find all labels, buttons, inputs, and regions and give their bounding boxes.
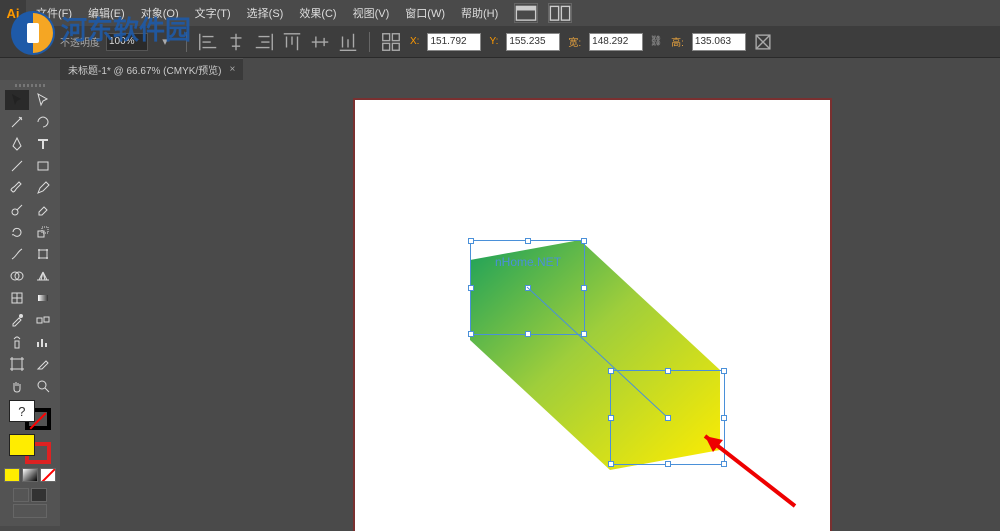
hand-tool[interactable] bbox=[5, 376, 29, 396]
eraser-tool[interactable] bbox=[31, 200, 55, 220]
color-mode-icon[interactable] bbox=[4, 468, 20, 482]
menu-select[interactable]: 选择(S) bbox=[241, 1, 290, 25]
direct-selection-tool[interactable] bbox=[31, 90, 55, 110]
pencil-tool[interactable] bbox=[31, 178, 55, 198]
free-transform-tool[interactable] bbox=[31, 244, 55, 264]
paintbrush-tool[interactable] bbox=[5, 178, 29, 198]
y-input[interactable] bbox=[506, 33, 560, 51]
shape-builder-tool[interactable] bbox=[5, 266, 29, 286]
transform-icon[interactable] bbox=[380, 32, 402, 52]
fill-mode-row bbox=[4, 468, 56, 482]
align-bottom-icon[interactable] bbox=[337, 32, 359, 52]
menu-window[interactable]: 窗口(W) bbox=[399, 1, 451, 25]
fill-stroke-chip[interactable]: ? bbox=[9, 400, 51, 430]
workspace-switcher-icon[interactable] bbox=[514, 3, 538, 23]
document-tabs: 未标题-1* @ 66.67% (CMYK/预览) × bbox=[60, 58, 243, 80]
control-bar: 不透明度 ▾ X: Y: 宽: ⛓ 高: bbox=[0, 26, 1000, 58]
menu-object[interactable]: 对象(O) bbox=[135, 1, 185, 25]
lasso-tool[interactable] bbox=[31, 112, 55, 132]
document-tab[interactable]: 未标题-1* @ 66.67% (CMYK/预览) × bbox=[60, 58, 243, 80]
separator bbox=[186, 32, 187, 52]
width-input[interactable] bbox=[589, 33, 643, 51]
align-left-icon[interactable] bbox=[197, 32, 219, 52]
magic-wand-tool[interactable] bbox=[5, 112, 29, 132]
none-mode-icon[interactable] bbox=[40, 468, 56, 482]
width-tool[interactable] bbox=[5, 244, 29, 264]
screen-mode-row2 bbox=[4, 504, 56, 518]
perspective-grid-tool[interactable] bbox=[31, 266, 55, 286]
artboard[interactable] bbox=[355, 100, 830, 531]
height-input[interactable] bbox=[692, 33, 746, 51]
type-tool[interactable] bbox=[31, 134, 55, 154]
svg-text:?: ? bbox=[18, 404, 25, 419]
w-label: 宽: bbox=[566, 34, 583, 49]
menu-file[interactable]: 文件(F) bbox=[30, 1, 78, 25]
x-label: X: bbox=[408, 36, 421, 47]
y-label: Y: bbox=[487, 36, 500, 47]
fill-swatch-icon bbox=[9, 434, 35, 456]
app-icon: Ai bbox=[0, 0, 26, 26]
eyedropper-tool[interactable] bbox=[5, 310, 29, 330]
x-input[interactable] bbox=[427, 33, 481, 51]
arrange-documents-icon[interactable] bbox=[548, 3, 572, 23]
screen-mode-row bbox=[4, 488, 56, 502]
help-fill-icon: ? bbox=[9, 400, 35, 422]
canvas[interactable] bbox=[60, 80, 1000, 531]
align-right-icon[interactable] bbox=[253, 32, 275, 52]
column-graph-tool[interactable] bbox=[31, 332, 55, 352]
scale-tool[interactable] bbox=[31, 222, 55, 242]
selection-tool[interactable] bbox=[5, 90, 29, 110]
zoom-tool[interactable] bbox=[31, 376, 55, 396]
pen-tool[interactable] bbox=[5, 134, 29, 154]
h-label: 高: bbox=[669, 34, 686, 49]
blend-tool[interactable] bbox=[31, 310, 55, 330]
menu-bar: 文件(F) 编辑(E) 对象(O) 文字(T) 选择(S) 效果(C) 视图(V… bbox=[30, 0, 1000, 26]
line-tool[interactable] bbox=[5, 156, 29, 176]
opacity-input[interactable] bbox=[106, 33, 148, 51]
link-wh-icon[interactable]: ⛓ bbox=[649, 33, 663, 51]
symbol-sprayer-tool[interactable] bbox=[5, 332, 29, 352]
gradient-tool[interactable] bbox=[31, 288, 55, 308]
separator bbox=[369, 32, 370, 52]
menu-view[interactable]: 视图(V) bbox=[347, 1, 396, 25]
slice-tool[interactable] bbox=[31, 354, 55, 374]
align-top-icon[interactable] bbox=[281, 32, 303, 52]
menu-edit[interactable]: 编辑(E) bbox=[82, 1, 131, 25]
menu-effect[interactable]: 效果(C) bbox=[293, 1, 342, 25]
normal-screen-icon[interactable] bbox=[13, 488, 29, 502]
default-fill-stroke[interactable] bbox=[9, 434, 51, 464]
menu-help[interactable]: 帮助(H) bbox=[455, 1, 504, 25]
align-hcenter-icon[interactable] bbox=[225, 32, 247, 52]
blob-brush-tool[interactable] bbox=[5, 200, 29, 220]
tools-panel: ? bbox=[0, 80, 60, 526]
selection-bbox-2[interactable] bbox=[610, 370, 725, 465]
constrain-icon[interactable] bbox=[752, 32, 774, 52]
panel-grip-icon[interactable] bbox=[4, 80, 56, 90]
presentation-icon[interactable] bbox=[13, 504, 47, 518]
menu-type[interactable]: 文字(T) bbox=[189, 1, 237, 25]
mesh-tool[interactable] bbox=[5, 288, 29, 308]
rotate-tool[interactable] bbox=[5, 222, 29, 242]
opacity-label: 不透明度 bbox=[60, 34, 100, 49]
chevron-down-icon[interactable]: ▾ bbox=[154, 32, 176, 52]
full-screen-icon[interactable] bbox=[31, 488, 47, 502]
document-tab-title: 未标题-1* @ 66.67% (CMYK/预览) bbox=[68, 62, 222, 77]
close-tab-icon[interactable]: × bbox=[230, 64, 236, 75]
selection-bbox-1[interactable] bbox=[470, 240, 585, 335]
gradient-mode-icon[interactable] bbox=[22, 468, 38, 482]
align-vcenter-icon[interactable] bbox=[309, 32, 331, 52]
artboard-tool[interactable] bbox=[5, 354, 29, 374]
rectangle-tool[interactable] bbox=[31, 156, 55, 176]
